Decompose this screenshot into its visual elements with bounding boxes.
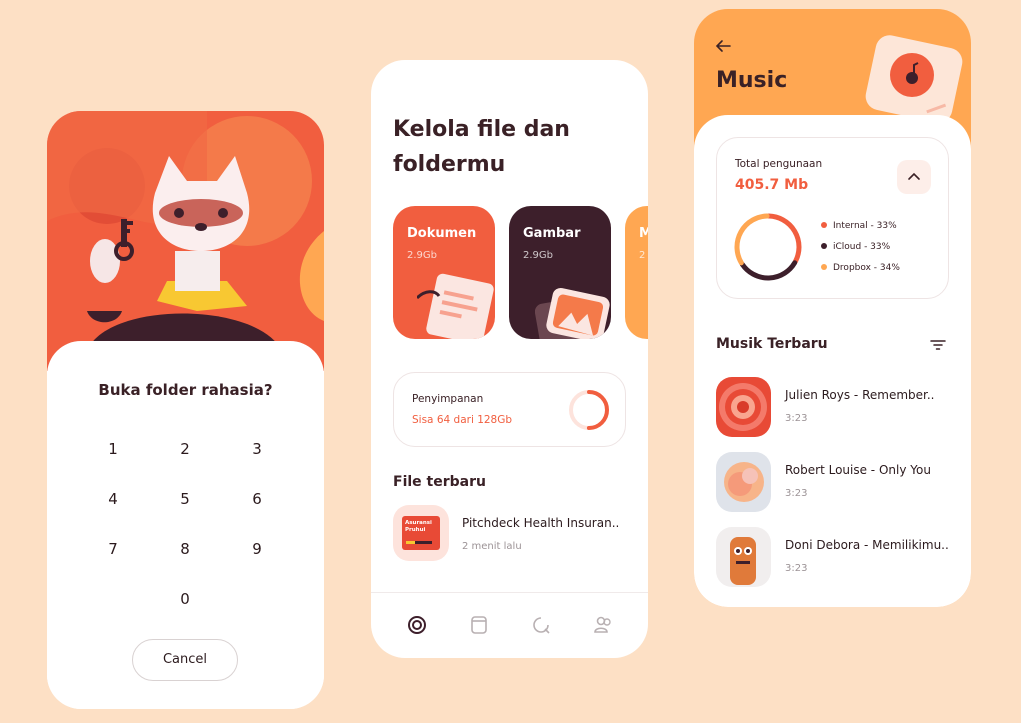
bottom-nav (371, 592, 648, 658)
music-screen: Music Total pengunaan 405.7 Mb Internal … (694, 9, 971, 607)
song-cover[interactable] (716, 452, 771, 512)
back-arrow-icon[interactable] (714, 37, 732, 55)
collapse-button[interactable] (897, 160, 931, 194)
legend-dot (821, 242, 827, 249)
song-title[interactable]: Robert Louise - Only You (785, 463, 931, 477)
keypad-key-6[interactable]: 6 (237, 484, 277, 514)
document-illustration-icon (417, 273, 494, 339)
storage-title: Penyimpanan (412, 393, 484, 405)
unlock-screen: Buka folder rahasia? 1 2 3 4 5 6 7 8 9 0… (47, 111, 324, 709)
document-icon[interactable] (467, 613, 491, 637)
legend-item-icloud: iCloud - 33% (821, 242, 890, 252)
chevron-up-icon (908, 172, 920, 180)
song-title[interactable]: Julien Roys - Remember.. (785, 388, 934, 402)
category-size: 2.9Gb (523, 250, 553, 261)
category-label: Gambar (523, 226, 581, 241)
file-thumbnail[interactable]: Asuransi Pruhui (393, 505, 449, 561)
donut-slice-dropbox (734, 213, 770, 266)
image-illustration-icon (535, 287, 610, 339)
gradient-cover-art (724, 462, 764, 502)
usage-donut-chart (734, 213, 802, 281)
legend-label: Dropbox - 34% (833, 263, 900, 273)
song-cover[interactable] (716, 377, 771, 437)
song-duration: 3:23 (785, 413, 808, 424)
legend-item-internal: Internal - 33% (821, 221, 897, 231)
keypad-key-9[interactable]: 9 (237, 534, 277, 564)
storage-remaining: Sisa 64 dari 128Gb (412, 414, 513, 426)
category-label: M (639, 226, 648, 241)
keypad-key-0[interactable]: 0 (165, 584, 205, 614)
filter-icon[interactable] (930, 339, 946, 351)
cancel-button[interactable]: Cancel (132, 639, 238, 681)
abstract-cover-art (719, 383, 767, 431)
category-card-music[interactable]: M 2 (625, 206, 648, 339)
recent-files-heading: File terbaru (393, 474, 486, 490)
keypad-key-4[interactable]: 4 (93, 484, 133, 514)
unlock-question: Buka folder rahasia? (98, 381, 273, 399)
storage-card[interactable]: Penyimpanan Sisa 64 dari 128Gb (393, 372, 626, 447)
song-duration: 3:23 (785, 563, 808, 574)
legend-dot (821, 221, 827, 228)
song-title[interactable]: Doni Debora - Memilikimu.. (785, 538, 949, 552)
legend-dot (821, 263, 827, 270)
pdf-cover-text: Asuransi Pruhui (405, 520, 432, 533)
category-card-dokumen[interactable]: Dokumen 2.9Gb (393, 206, 495, 339)
legend-label: iCloud - 33% (833, 242, 891, 252)
pdf-cover-bar-accent (406, 541, 415, 544)
storage-progress-ring (569, 390, 609, 430)
song-duration: 3:23 (785, 488, 808, 499)
recent-music-heading: Musik Terbaru (716, 336, 828, 352)
usage-value: 405.7 Mb (735, 177, 809, 193)
category-label: Dokumen (407, 226, 477, 241)
category-size: 2.9Gb (407, 250, 437, 261)
users-icon[interactable] (591, 613, 615, 637)
song-cover[interactable] (716, 527, 771, 587)
donut-slice-icloud (739, 260, 798, 281)
usage-card: Total pengunaan 405.7 Mb Internal - 33% … (716, 137, 949, 299)
fox-illustration (47, 111, 324, 371)
files-screen: Kelola file dan foldermu Dokumen 2.9Gb G… (371, 60, 648, 658)
legend-item-dropbox: Dropbox - 34% (821, 263, 900, 273)
usage-label: Total pengunaan (735, 158, 823, 170)
recent-icon[interactable] (529, 613, 553, 637)
keypad-key-3[interactable]: 3 (237, 434, 277, 464)
keypad-key-8[interactable]: 8 (165, 534, 205, 564)
storage-ring-icon[interactable] (405, 613, 429, 637)
keypad-key-7[interactable]: 7 (93, 534, 133, 564)
recent-file-time: 2 menit lalu (462, 541, 522, 552)
recent-file-name[interactable]: Pitchdeck Health Insuran.. (462, 516, 619, 530)
legend-label: Internal - 33% (833, 221, 897, 231)
pdf-cover-icon: Asuransi Pruhui (402, 516, 440, 550)
page-title: Music (716, 68, 788, 93)
category-card-gambar[interactable]: Gambar 2.9Gb (509, 206, 611, 339)
page-title: Kelola file dan foldermu (393, 117, 570, 177)
keypad-key-2[interactable]: 2 (165, 434, 205, 464)
character-cover-art (730, 537, 756, 585)
keypad-key-5[interactable]: 5 (165, 484, 205, 514)
category-size: 2 (639, 250, 646, 261)
donut-slice-internal (766, 213, 802, 264)
keypad-key-1[interactable]: 1 (93, 434, 133, 464)
